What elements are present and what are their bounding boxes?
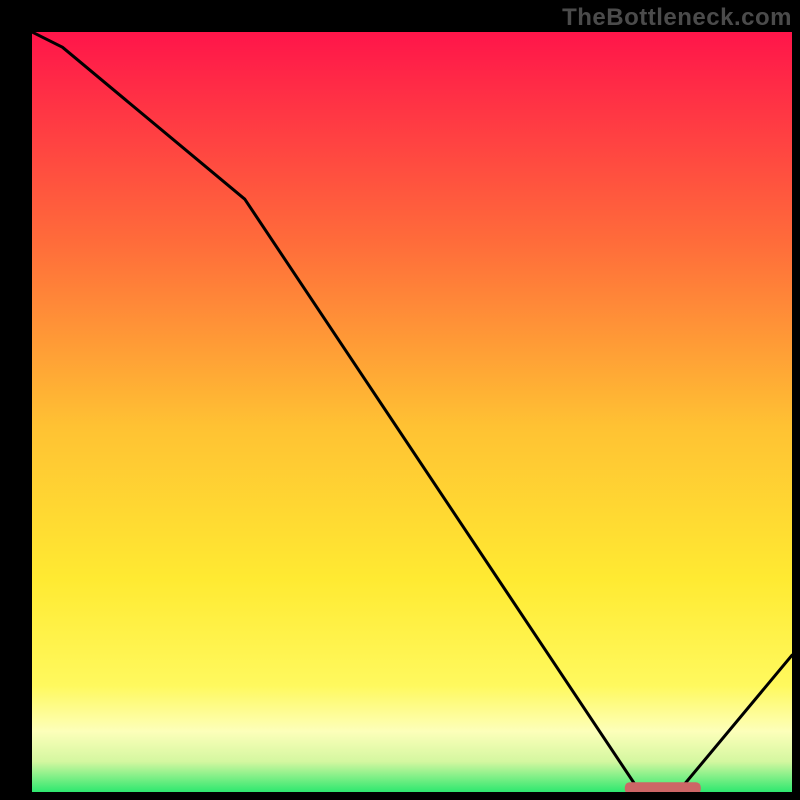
optimal-range-marker [625,782,701,792]
watermark-text: TheBottleneck.com [562,4,792,32]
gradient-background [32,32,792,792]
plot-svg [32,32,792,792]
chart-frame: TheBottleneck.com [0,0,800,800]
plot-area [32,32,792,792]
